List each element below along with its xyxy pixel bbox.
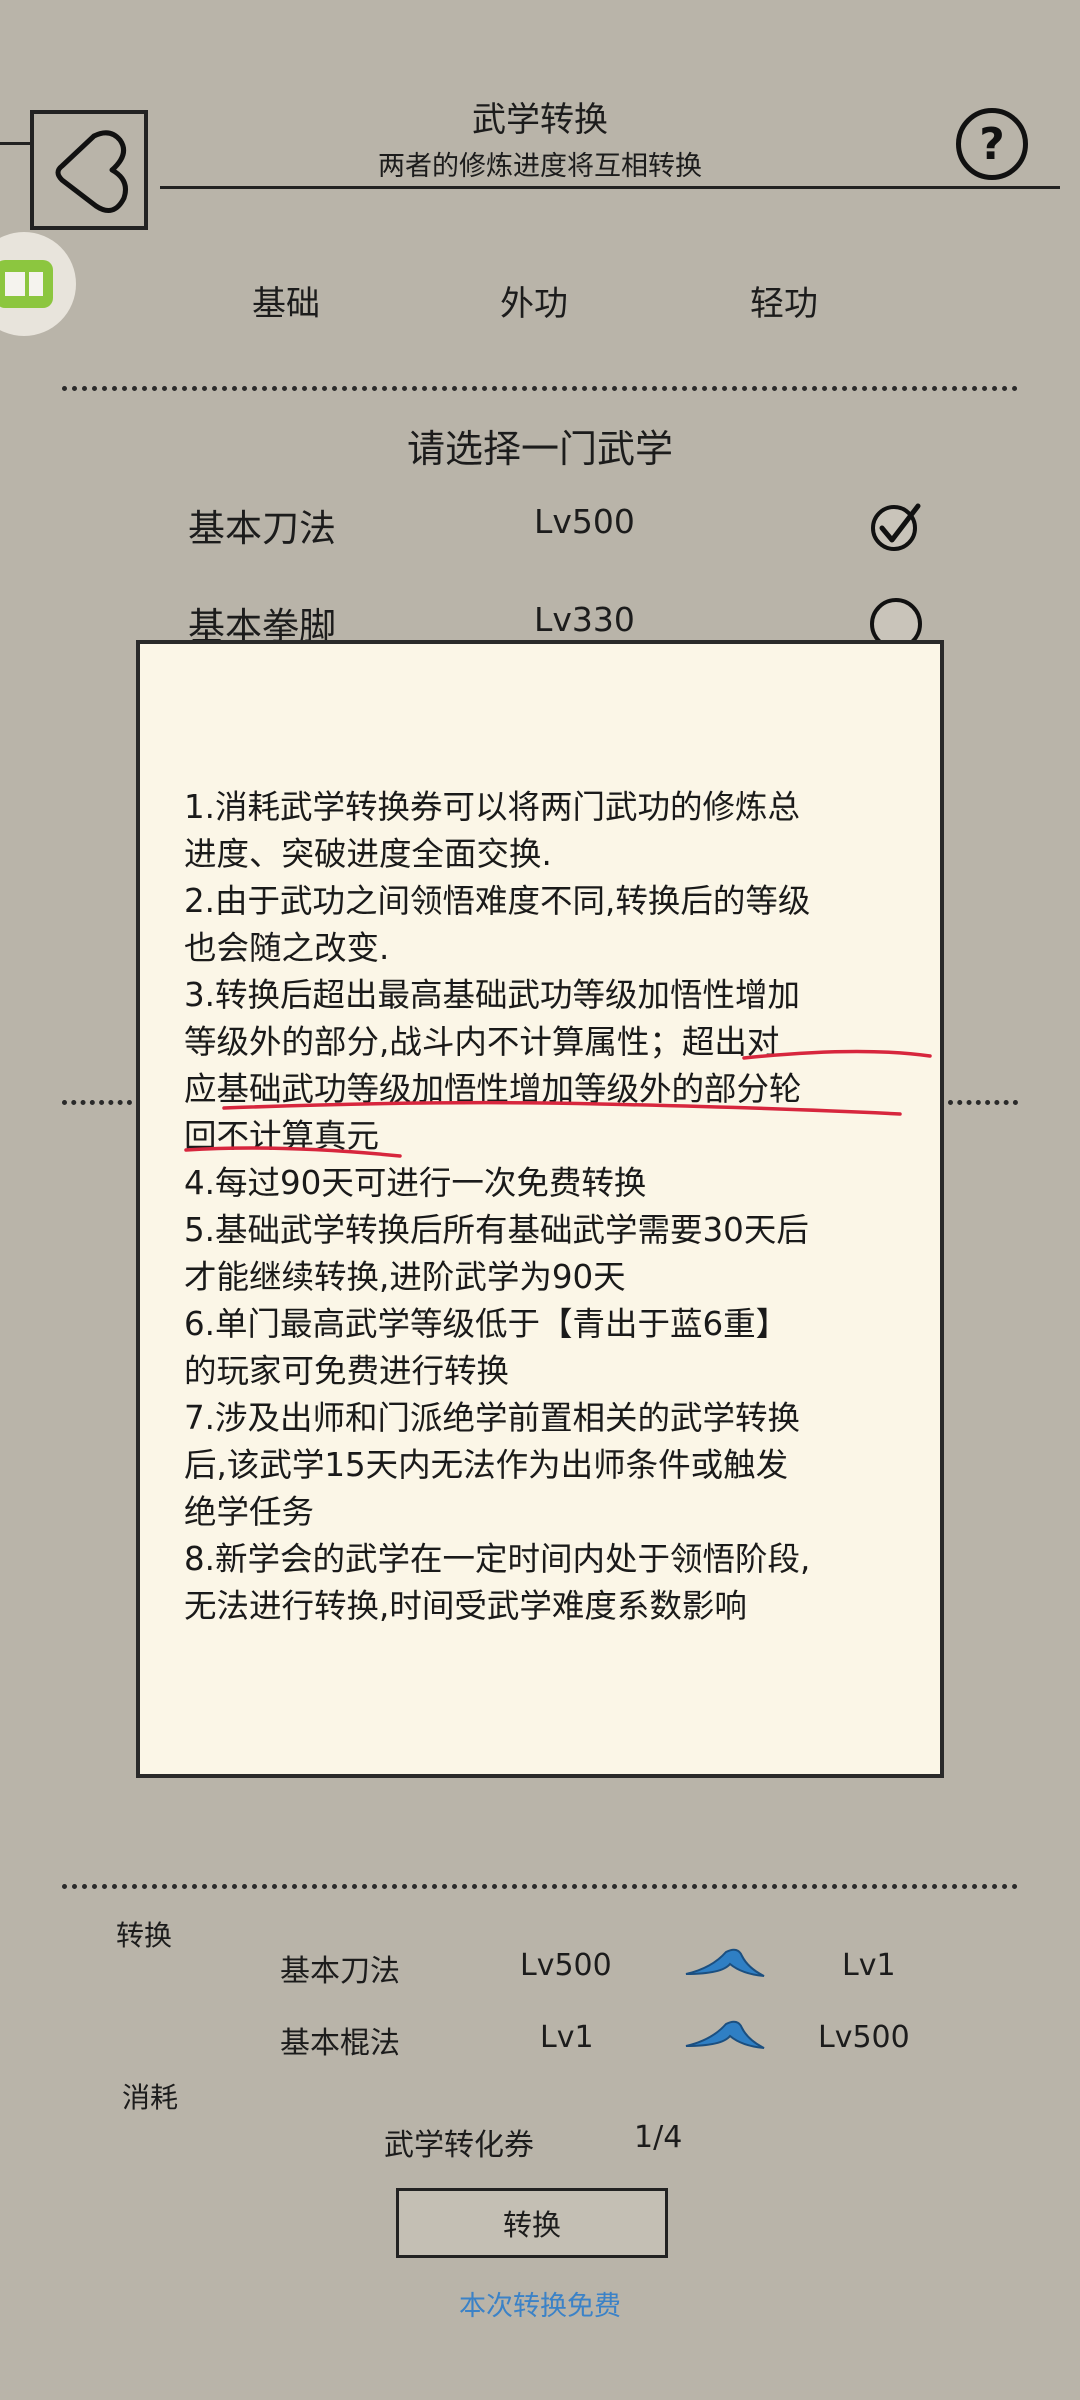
swap-arrow-icon (682, 2016, 768, 2060)
conversion-to-level: Lv500 (818, 2020, 910, 2055)
cost-section-label: 消耗 (122, 2081, 179, 2114)
tab-basic[interactable]: 基础 (252, 276, 320, 325)
header-right-line (160, 186, 1060, 189)
skill-level: Lv500 (534, 502, 635, 541)
conversion-from-level: Lv500 (520, 1948, 612, 1983)
help-icon[interactable]: ? (956, 108, 1028, 180)
divider-top (62, 386, 1018, 391)
free-conversion-note: 本次转换免费 (459, 2291, 621, 2322)
conversion-from-level: Lv1 (540, 2020, 594, 2055)
info-modal[interactable]: 1.消耗武学转换券可以将两门武功的修炼总 进度、突破进度全面交换. 2.由于武功… (136, 640, 944, 1778)
floating-app-icon[interactable] (0, 232, 76, 336)
cost-item-count: 1/4 (634, 2120, 683, 2155)
skill-name: 基本刀法 (188, 507, 336, 550)
convert-button[interactable]: 转换 (396, 2188, 668, 2258)
tab-lightness[interactable]: 轻功 (750, 276, 818, 325)
convert-button-label: 转换 (502, 2208, 561, 2242)
skill-row[interactable]: 基本拳脚 Lv330 (0, 588, 1080, 650)
conversion-to-level: Lv1 (842, 1948, 896, 1983)
swap-arrow-icon (682, 1944, 768, 1988)
app-badge-icon (0, 260, 53, 308)
conversion-from-name: 基本刀法 (280, 1954, 400, 1989)
convert-section-label: 转换 (116, 1919, 173, 1952)
select-prompt: 请选择一门武学 (406, 427, 673, 471)
cost-item-name: 武学转化券 (384, 2128, 534, 2163)
divider-bottom (62, 1884, 1018, 1889)
page-title: 武学转换 (472, 100, 608, 140)
help-symbol: ? (979, 118, 1005, 170)
divider-left-fragment (62, 1100, 132, 1105)
skill-row[interactable]: 基本刀法 Lv500 (0, 490, 1080, 560)
divider-right-fragment (948, 1100, 1018, 1105)
page-subtitle: 两者的修炼进度将互相转换 (378, 151, 702, 182)
tab-external[interactable]: 外功 (500, 276, 568, 325)
checked-radio-icon[interactable] (868, 498, 924, 554)
skill-level: Lv330 (534, 600, 635, 639)
conversion-from-name: 基本棍法 (280, 2026, 400, 2061)
red-underline-annotation (184, 1049, 932, 1158)
